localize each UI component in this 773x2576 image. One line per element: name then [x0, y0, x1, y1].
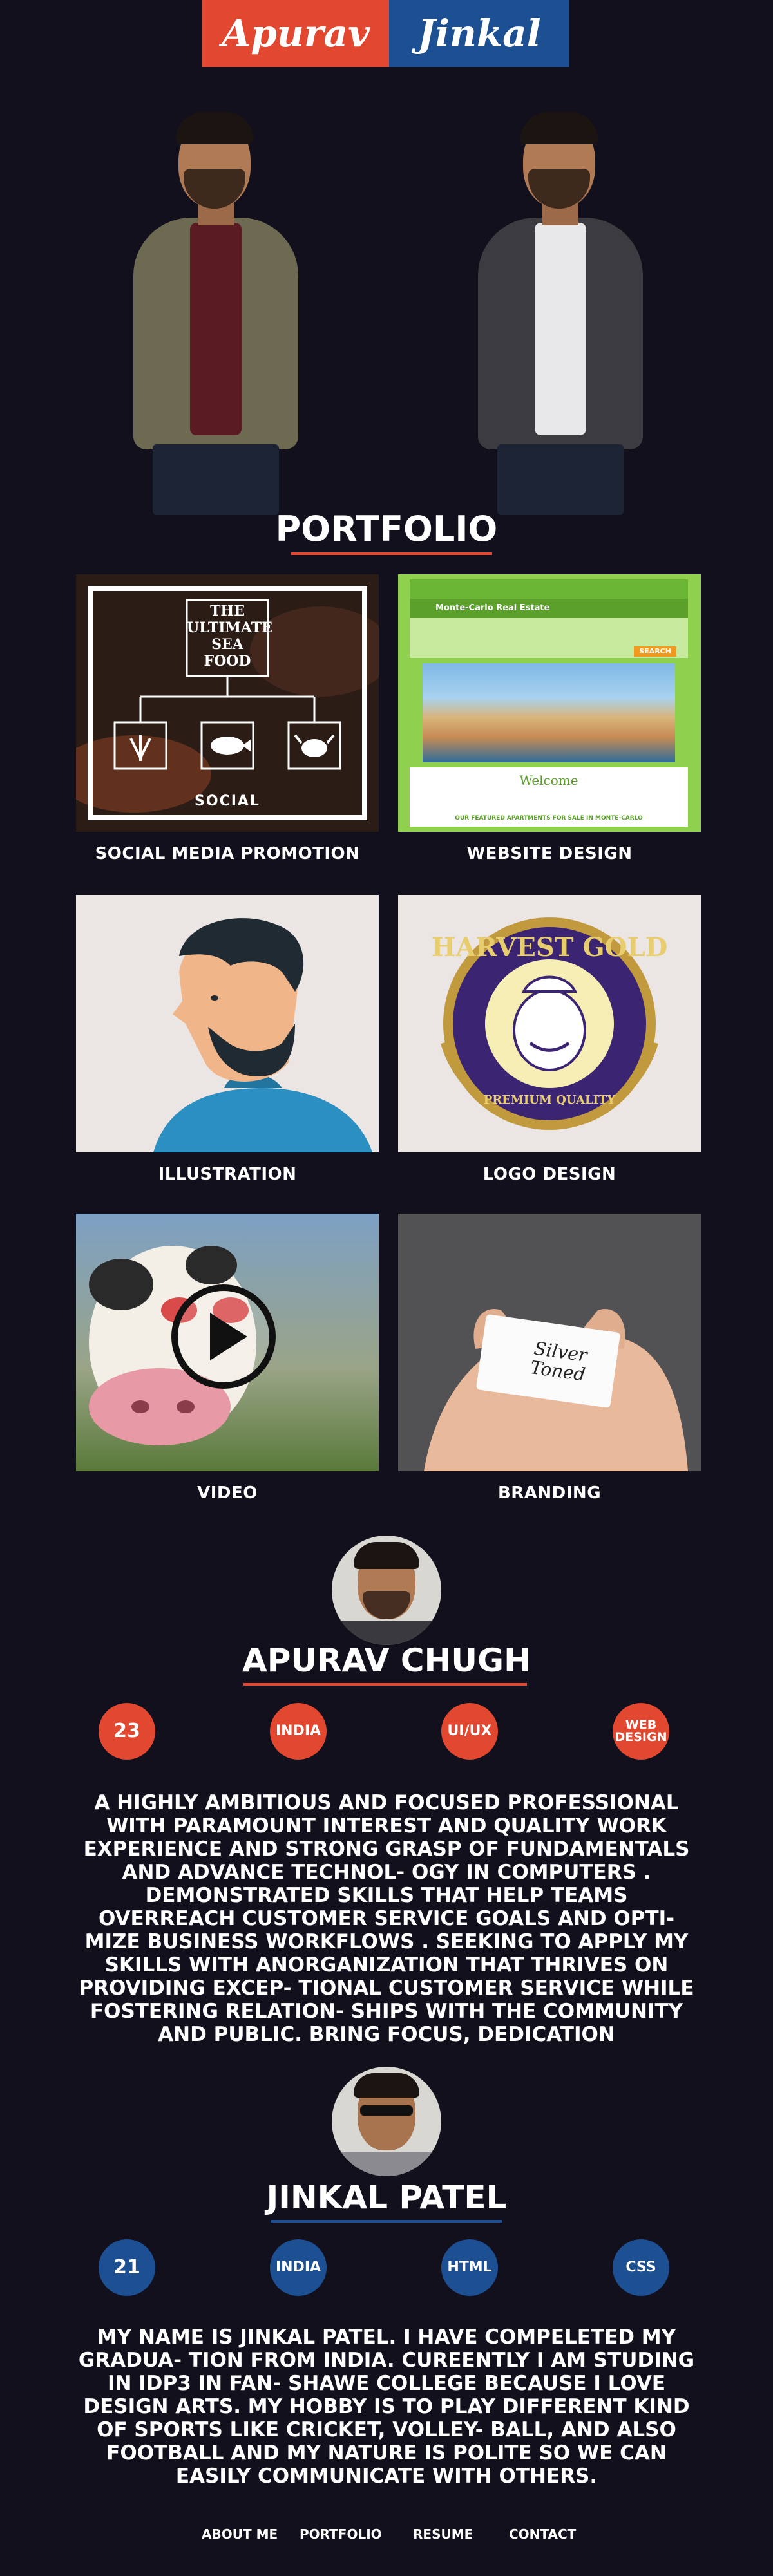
portfolio-title: PORTFOLIO [275, 509, 498, 549]
name-tab-apurav[interactable]: Apurav [202, 0, 389, 67]
footer-link-about-me[interactable]: ABOUT ME [202, 2526, 278, 2542]
seafood-line-2: ULTIMATE [187, 619, 272, 636]
jinkal-photo [464, 109, 657, 515]
footer-link-portfolio[interactable]: PORTFOLIO [300, 2526, 382, 2542]
tile-illustration[interactable] [76, 895, 379, 1152]
name-tab-jinkal[interactable]: Jinkal [389, 0, 569, 67]
apurav-bio: A highly ambitious and focused professio… [79, 1791, 694, 2046]
logo-bottom-text: PREMIUM QUALITY [483, 1093, 616, 1107]
jinkal-name-underline [271, 2220, 502, 2223]
play-button-icon[interactable] [171, 1284, 276, 1389]
tile-branding[interactable]: Silver Toned [398, 1214, 701, 1471]
tile-website-design[interactable]: Monte-Carlo Real Estate SEARCH Welcome O… [398, 574, 701, 832]
website-banner: OUR FEATURED APARTMENTS FOR SALE IN MONT… [455, 815, 643, 822]
footer-link-resume[interactable]: RESUME [413, 2526, 473, 2542]
apurav-stat-age: 23 [99, 1703, 155, 1760]
jinkal-stat-country: INDIA [270, 2239, 327, 2296]
label-video: VIDEO [197, 1483, 258, 1503]
jinkal-name: JINKAL PATEL [266, 2179, 507, 2216]
tile-social-media[interactable]: THE ULTIMATE SEA FOOD SOCIAL [76, 574, 379, 832]
seafood-brand: SOCIAL [195, 793, 260, 809]
apurav-photo [119, 109, 312, 515]
website-search-button[interactable]: SEARCH [634, 646, 676, 657]
jinkal-avatar [332, 2067, 441, 2176]
jinkal-stat-skill-html: HTML [441, 2239, 498, 2296]
website-site-name: Monte-Carlo Real Estate [410, 599, 688, 618]
apurav-name: APURAV CHUGH [242, 1642, 531, 1679]
jinkal-bio: My name is Jinkal Patel. I have compelet… [78, 2326, 695, 2488]
website-hero-image [423, 663, 675, 762]
website-welcome: Welcome [519, 773, 578, 788]
apurav-stat-country: INDIA [270, 1703, 327, 1760]
apurav-name-underline [243, 1683, 527, 1686]
jinkal-stat-age: 21 [99, 2239, 155, 2296]
footer-link-contact[interactable]: CONTACT [509, 2526, 576, 2542]
portfolio-title-underline [291, 552, 492, 555]
tile-logo-design[interactable]: HARVEST GOLD PREMIUM QUALITY [398, 895, 701, 1152]
tile-video[interactable] [76, 1214, 379, 1471]
label-website-design: WEBSITE DESIGN [466, 844, 633, 863]
label-branding: BRANDING [497, 1483, 602, 1503]
label-illustration: ILLUSTRATION [158, 1165, 297, 1184]
seafood-line-1: THE [210, 603, 245, 619]
illustration-artwork [76, 895, 379, 1152]
apurav-avatar [332, 1536, 441, 1645]
label-social-media: SOCIAL MEDIA PROMOTION [95, 844, 360, 863]
jinkal-stat-skill-css: CSS [613, 2239, 669, 2296]
website-top-bar [410, 579, 688, 599]
seafood-line-3: SEA FOOD [204, 636, 251, 670]
label-logo-design: LOGO DESIGN [482, 1165, 616, 1184]
apurav-stat-skill-uiux: UI/UX [441, 1703, 498, 1760]
logo-top-text: HARVEST GOLD [431, 932, 668, 963]
apurav-stat-skill-web: WEB DESIGN [613, 1703, 669, 1760]
